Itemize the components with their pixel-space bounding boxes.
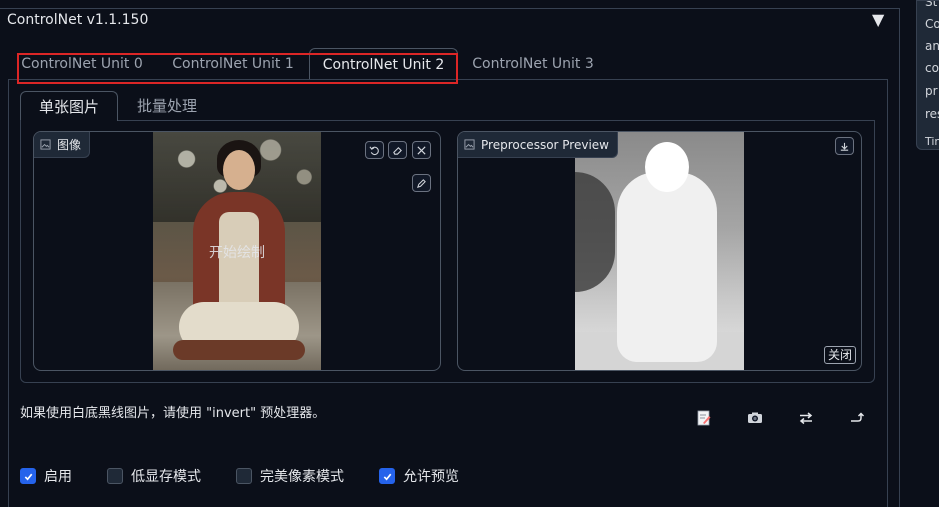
tab-single-image[interactable]: 单张图片 [20, 91, 118, 121]
input-image-box[interactable]: 开始绘制 图像 [33, 131, 441, 371]
pixel-perfect-checkbox[interactable]: 完美像素模式 [236, 466, 344, 486]
enable-label: 启用 [44, 469, 72, 485]
start-drawing-text[interactable]: 开始绘制 [209, 242, 265, 262]
side-info-line: Co [925, 17, 939, 31]
low-vram-checkbox[interactable]: 低显存模式 [107, 466, 201, 486]
eraser-icon[interactable] [388, 141, 407, 159]
image-icon [40, 139, 51, 150]
pen-icon[interactable] [412, 174, 431, 192]
side-info-panel: St Co an co pr res Tin [916, 0, 939, 150]
checkbox-checked-icon[interactable] [20, 468, 36, 484]
checkbox-unchecked-icon[interactable] [107, 468, 123, 484]
camera-icon[interactable] [745, 408, 765, 428]
side-info-line: res [925, 107, 939, 121]
preview-depth-image [575, 132, 744, 370]
preview-label: Preprocessor Preview [458, 132, 618, 158]
checkbox-unchecked-icon[interactable] [236, 468, 252, 484]
side-info-line: co [925, 61, 939, 75]
side-info-line: St [925, 0, 938, 9]
side-info-line: pr [925, 84, 938, 98]
enable-checkbox[interactable]: 启用 [20, 466, 72, 486]
collapse-icon[interactable]: ▼ [872, 10, 884, 29]
image-icon [464, 139, 475, 150]
new-canvas-icon[interactable] [694, 408, 714, 428]
tab-controlnet-unit-3[interactable]: ControlNet Unit 3 [466, 48, 600, 80]
invert-hint: 如果使用白底黑线图片，请使用 "invert" 预处理器。 [20, 406, 326, 421]
tab-batch[interactable]: 批量处理 [122, 91, 212, 121]
image-label: 图像 [34, 132, 91, 158]
side-info-line: Tin [925, 135, 939, 148]
download-icon[interactable] [835, 137, 854, 155]
undo-icon[interactable] [365, 141, 384, 159]
low-vram-label: 低显存模式 [131, 469, 201, 485]
allow-preview-label: 允许预览 [403, 469, 459, 485]
close-preview-button[interactable]: 关闭 [824, 346, 857, 364]
checkbox-checked-icon[interactable] [379, 468, 395, 484]
panel-title[interactable]: ControlNet v1.1.150 [7, 12, 148, 28]
send-dimensions-icon[interactable] [847, 408, 867, 428]
preprocessor-preview-box: Preprocessor Preview 关闭 [457, 131, 862, 371]
allow-preview-checkbox[interactable]: 允许预览 [379, 466, 459, 486]
swap-icon[interactable] [796, 408, 816, 428]
close-icon[interactable] [412, 141, 431, 159]
image-label-text: 图像 [57, 138, 82, 152]
side-info-line: an [925, 39, 939, 53]
pixel-perfect-label: 完美像素模式 [260, 469, 344, 485]
preview-label-text: Preprocessor Preview [481, 137, 609, 152]
